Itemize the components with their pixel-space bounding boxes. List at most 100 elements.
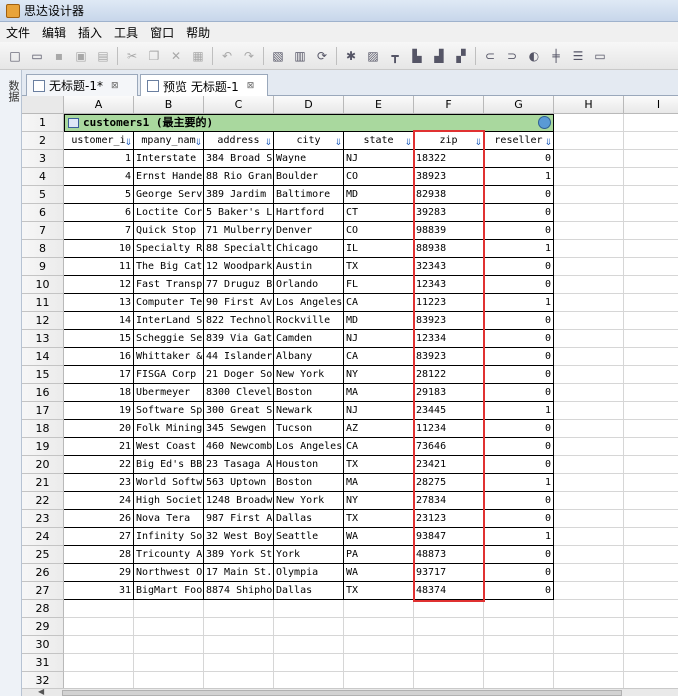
menu-item-3[interactable]: 工具 [108, 24, 144, 41]
grid-cell[interactable] [134, 654, 204, 672]
table-cell[interactable]: NJ [344, 330, 414, 348]
table-cell[interactable]: 16 [64, 348, 134, 366]
grid-cell[interactable] [414, 600, 484, 618]
grid-cell[interactable] [414, 672, 484, 688]
grid-cell[interactable] [624, 150, 678, 168]
grid-cell[interactable] [624, 258, 678, 276]
grid-cell[interactable] [64, 654, 134, 672]
table-cell[interactable]: 11 [64, 258, 134, 276]
table-cell[interactable]: Computer Te [134, 294, 204, 312]
grid-cell[interactable] [554, 600, 624, 618]
grid-cell[interactable] [554, 366, 624, 384]
tool-10-icon[interactable]: ╪ [547, 47, 565, 65]
grid-cell[interactable] [624, 510, 678, 528]
grid-cell[interactable] [134, 636, 204, 654]
table-cell[interactable]: 12334 [414, 330, 484, 348]
table-cell[interactable]: 23 Tasaga A [204, 456, 274, 474]
sort-arrow-icon[interactable]: ⇓ [194, 135, 202, 149]
close-icon[interactable]: ⊠ [247, 81, 255, 91]
table-cell[interactable]: 48374 [414, 582, 484, 600]
grid-cell[interactable] [624, 132, 678, 150]
grid-cell[interactable] [624, 456, 678, 474]
table-cell[interactable]: 23123 [414, 510, 484, 528]
table-cell[interactable]: 0 [484, 150, 554, 168]
table-cell[interactable]: TX [344, 510, 414, 528]
grid-cell[interactable] [554, 474, 624, 492]
table-cell[interactable]: 19 [64, 402, 134, 420]
menu-item-0[interactable]: 文件 [0, 24, 36, 41]
table-cell[interactable]: 27834 [414, 492, 484, 510]
row-header-32[interactable]: 32 [22, 672, 64, 688]
tool-5-icon[interactable]: ▟ [430, 47, 448, 65]
table-cell[interactable]: 0 [484, 438, 554, 456]
table-cell[interactable]: 1248 Broadw [204, 492, 274, 510]
table-cell[interactable]: BigMart Foo [134, 582, 204, 600]
copy-icon[interactable]: ❐ [145, 47, 163, 65]
table-options-icon[interactable] [538, 116, 551, 129]
table-cell[interactable]: 8874 Shipho [204, 582, 274, 600]
sort-arrow-icon[interactable]: ⇓ [404, 135, 412, 149]
delete-icon[interactable]: ✕ [167, 47, 185, 65]
row-header-6[interactable]: 6 [22, 204, 64, 222]
column-header-E[interactable]: E [344, 96, 414, 114]
table-cell[interactable]: 14 [64, 312, 134, 330]
table-cell[interactable]: 28 [64, 546, 134, 564]
table-cell[interactable]: 22 [64, 456, 134, 474]
grid-cell[interactable] [624, 240, 678, 258]
field-header-3[interactable]: city ⇓ [274, 132, 344, 150]
table-cell[interactable]: 11223 [414, 294, 484, 312]
table-cell[interactable]: 389 York St [204, 546, 274, 564]
table-cell[interactable]: 563 Uptown [204, 474, 274, 492]
table-cell[interactable]: Olympia [274, 564, 344, 582]
table-cell[interactable]: 987 First A [204, 510, 274, 528]
table-cell[interactable]: CA [344, 438, 414, 456]
tool-3-icon[interactable]: ┳ [386, 47, 404, 65]
grid-cell[interactable] [624, 114, 678, 132]
grid-cell[interactable] [64, 618, 134, 636]
cut-icon[interactable]: ✂ [123, 47, 141, 65]
table-cell[interactable]: Baltimore [274, 186, 344, 204]
table-cell[interactable]: Specialty R [134, 240, 204, 258]
grid-cell[interactable] [554, 420, 624, 438]
table-cell[interactable]: 1 [484, 240, 554, 258]
table-cell[interactable]: Chicago [274, 240, 344, 258]
table-cell[interactable]: Big Ed's BB [134, 456, 204, 474]
table-cell[interactable]: 12343 [414, 276, 484, 294]
table-cell[interactable]: 32343 [414, 258, 484, 276]
grid-cell[interactable] [554, 132, 624, 150]
grid-cell[interactable] [204, 618, 274, 636]
table-cell[interactable]: 88 Rio Gran [204, 168, 274, 186]
tool-1-icon[interactable]: ✱ [342, 47, 360, 65]
grid-cell[interactable] [624, 204, 678, 222]
table-cell[interactable]: 1 [64, 150, 134, 168]
table-cell[interactable]: Infinity So [134, 528, 204, 546]
grid-cell[interactable] [554, 528, 624, 546]
table-cell[interactable]: Tricounty A [134, 546, 204, 564]
table-cell[interactable]: WA [344, 528, 414, 546]
row-header-2[interactable]: 2 [22, 132, 64, 150]
grid-cell[interactable] [134, 618, 204, 636]
new-icon[interactable]: □ [6, 47, 24, 65]
table-cell[interactable]: 0 [484, 564, 554, 582]
table-cell[interactable]: Ubermeyer [134, 384, 204, 402]
table-cell[interactable]: CO [344, 222, 414, 240]
grid-cell[interactable] [624, 312, 678, 330]
table-cell[interactable]: Northwest O [134, 564, 204, 582]
table-cell[interactable]: 5 [64, 186, 134, 204]
table-cell[interactable]: 0 [484, 384, 554, 402]
table-cell[interactable]: Dallas [274, 582, 344, 600]
table-cell[interactable]: MD [344, 186, 414, 204]
close-icon[interactable]: ⊠ [111, 81, 119, 91]
grid-cell[interactable] [204, 672, 274, 688]
table-cell[interactable]: 384 Broad S [204, 150, 274, 168]
preview-icon[interactable]: ▧ [269, 47, 287, 65]
row-header-30[interactable]: 30 [22, 636, 64, 654]
grid-cell[interactable] [554, 186, 624, 204]
table-cell[interactable]: Los Angeles [274, 438, 344, 456]
grid-cell[interactable] [554, 636, 624, 654]
table-cell[interactable]: 90 First Av [204, 294, 274, 312]
table-cell[interactable]: NJ [344, 402, 414, 420]
table-cell[interactable]: 0 [484, 582, 554, 600]
table-cell[interactable]: 44 Islander [204, 348, 274, 366]
horizontal-scrollbar[interactable]: ◀ [22, 687, 678, 696]
